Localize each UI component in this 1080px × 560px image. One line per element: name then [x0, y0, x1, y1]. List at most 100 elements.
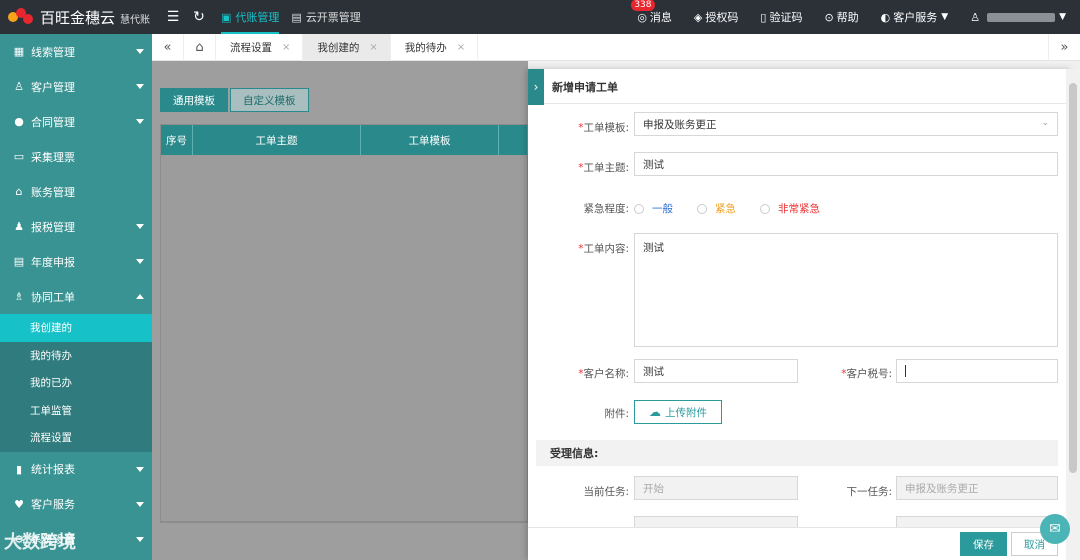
sidebar-item-contracts[interactable]: ● 合同管理 [0, 104, 152, 139]
column-header-template[interactable]: 工单模板 [361, 125, 499, 155]
sidebar-sub-process[interactable]: 流程设置 [0, 424, 152, 452]
urgency-critical-radio[interactable]: 非常紧急 [760, 201, 820, 216]
subject-input[interactable]: 测试 [634, 152, 1058, 176]
close-icon[interactable]: × [282, 42, 290, 53]
upload-attachment-button[interactable]: ☁ 上传附件 [634, 400, 722, 424]
panel-footer: 保存 取消 [528, 527, 1072, 560]
sidebar-item-stats[interactable]: ▮ 统计报表 [0, 452, 152, 487]
help-button[interactable]: ⊙ 帮助 [824, 9, 858, 25]
sidebar-sub-created[interactable]: 我创建的 [0, 314, 152, 342]
verify-code-button[interactable]: ▯ 验证码 [760, 9, 802, 25]
current-task-input: 开始 [634, 476, 798, 500]
top-tab-bookkeeping[interactable]: ▣ 代账管理 [217, 0, 287, 34]
sidebar-item-annual[interactable]: ▤ 年度申报 [0, 244, 152, 279]
column-header-index[interactable]: 序号 [161, 125, 193, 155]
content-label: *工单内容: [578, 243, 629, 255]
sidebar-item-customers[interactable]: ♙ 客户管理 [0, 69, 152, 104]
scrollbar-thumb[interactable] [1069, 83, 1077, 473]
stats-icon: ▮ [15, 462, 23, 476]
next-task-label: 下一任务: [846, 486, 892, 498]
tabs-scroll-right-icon[interactable]: » [1048, 34, 1080, 61]
handler-input[interactable] [896, 516, 1058, 527]
brand-logo[interactable]: 百旺金穗云 慧代账 [8, 0, 150, 34]
panel-scrollbar[interactable] [1066, 69, 1080, 560]
urgency-label: 紧急程度: [583, 203, 629, 215]
urgency-urgent-radio[interactable]: 紧急 [697, 201, 736, 216]
sidebar-item-tax[interactable]: ♟ 报税管理 [0, 209, 152, 244]
sidebar: ▦ 线索管理 ♙ 客户管理 ● 合同管理 ▭ 采集理票 ⌂ 账务管理 ♟ 报税管… [0, 34, 152, 560]
chevron-down-icon: ⌄ [1041, 118, 1049, 128]
menu-collapse-icon[interactable]: ☰ [165, 9, 181, 25]
page-tab-bar: « ⌂ 流程设置 × 我创建的 × 我的待办 × » [152, 33, 1080, 61]
save-button[interactable]: 保存 [960, 532, 1007, 556]
chevron-down-icon [136, 466, 144, 472]
user-icon: ♙ [970, 10, 981, 24]
refresh-icon[interactable]: ↻ [191, 9, 207, 25]
tabs-scroll-left-icon[interactable]: « [152, 33, 184, 61]
chevron-right-icon[interactable]: › [528, 69, 544, 105]
chevron-down-icon [136, 49, 144, 54]
clue-icon: ▦ [13, 45, 25, 58]
chevron-up-icon [136, 294, 144, 299]
cloud-upload-icon: ☁ [649, 405, 661, 419]
watermark-text: 大数跨境 [4, 532, 76, 553]
template-label: *工单模板: [578, 122, 629, 134]
customer-service-menu[interactable]: ◐ 客户服务 ▼ [881, 9, 949, 25]
home-icon[interactable]: ⌂ [184, 33, 216, 61]
top-tab-invoicing[interactable]: ▤ 云开票管理 [287, 0, 368, 34]
headset-icon: ◐ [880, 10, 891, 24]
main-content-overlay: 通用模板 自定义模板 序号 工单主题 工单模板 [152, 61, 528, 560]
assignee-input[interactable] [634, 516, 798, 527]
auth-code-button[interactable]: ◈ 授权码 [694, 9, 738, 25]
close-icon[interactable]: × [369, 42, 377, 53]
table-header: 序号 工单主题 工单模板 [161, 125, 527, 155]
sidebar-item-service[interactable]: ♥ 客户服务 [0, 487, 152, 522]
caret-down-icon: ▼ [1059, 12, 1066, 22]
messages-button[interactable]: 338 ◎ 消息 [631, 0, 672, 25]
customer-name-label: *客户名称: [578, 368, 629, 380]
brand-sub: 慧代账 [120, 15, 151, 26]
column-header-subject[interactable]: 工单主题 [193, 125, 361, 155]
sidebar-item-ledger[interactable]: ⌂ 账务管理 [0, 174, 152, 209]
tax-number-input[interactable] [896, 359, 1058, 383]
current-task-label: 当前任务: [583, 486, 629, 498]
help-icon: ⊙ [824, 10, 834, 24]
shield-icon: ◈ [693, 10, 703, 24]
user-menu[interactable]: ♙ ▼ [970, 11, 1066, 24]
urgency-normal-radio[interactable]: 一般 [634, 201, 673, 216]
brand-name: 百旺金穗云 [40, 8, 116, 27]
bell-icon: ◎ [637, 10, 647, 24]
chevron-down-icon [136, 501, 144, 507]
customer-icon: ♙ [14, 80, 24, 93]
template-select[interactable]: 申报及账务更正 ⌄ [634, 112, 1058, 136]
sidebar-sub-todo[interactable]: 我的待办 [0, 341, 152, 369]
tab-custom-template[interactable]: 自定义模板 [230, 88, 309, 112]
content-textarea[interactable]: 测试 [634, 233, 1058, 347]
table-pagination [160, 522, 528, 560]
sidebar-sub-done[interactable]: 我的已办 [0, 369, 152, 397]
sidebar-item-workorder[interactable]: ♗ 协同工单 [0, 279, 152, 314]
sidebar-sub-supervise[interactable]: 工单监管 [0, 396, 152, 424]
tab-process-settings[interactable]: 流程设置 × [216, 33, 304, 61]
tab-general-template[interactable]: 通用模板 [160, 88, 228, 112]
section-processing-info: 受理信息: [536, 440, 1058, 466]
ledger-icon: ⌂ [15, 185, 23, 198]
text-cursor [905, 365, 906, 377]
sidebar-item-clues[interactable]: ▦ 线索管理 [0, 34, 152, 69]
tax-icon: ♟ [14, 220, 24, 233]
column-header-more [499, 125, 527, 155]
briefcase-icon: ▣ [221, 10, 232, 24]
brand-mark-icon [8, 8, 34, 26]
mail-icon[interactable]: ✉ [1040, 514, 1070, 544]
next-task-input: 申报及账务更正 [896, 476, 1058, 500]
attachment-label: 附件: [604, 408, 629, 420]
tab-created-by-me[interactable]: 我创建的 × [303, 33, 391, 61]
tab-my-todo[interactable]: 我的待办 × [391, 33, 479, 61]
customer-name-input[interactable]: 测试 [634, 359, 798, 383]
sidebar-item-collect[interactable]: ▭ 采集理票 [0, 139, 152, 174]
close-icon[interactable]: × [457, 42, 465, 53]
subject-label: *工单主题: [578, 162, 629, 174]
message-count-badge: 338 [631, 0, 655, 11]
phone-icon: ▯ [760, 10, 767, 24]
invoice-icon: ▤ [291, 10, 302, 24]
